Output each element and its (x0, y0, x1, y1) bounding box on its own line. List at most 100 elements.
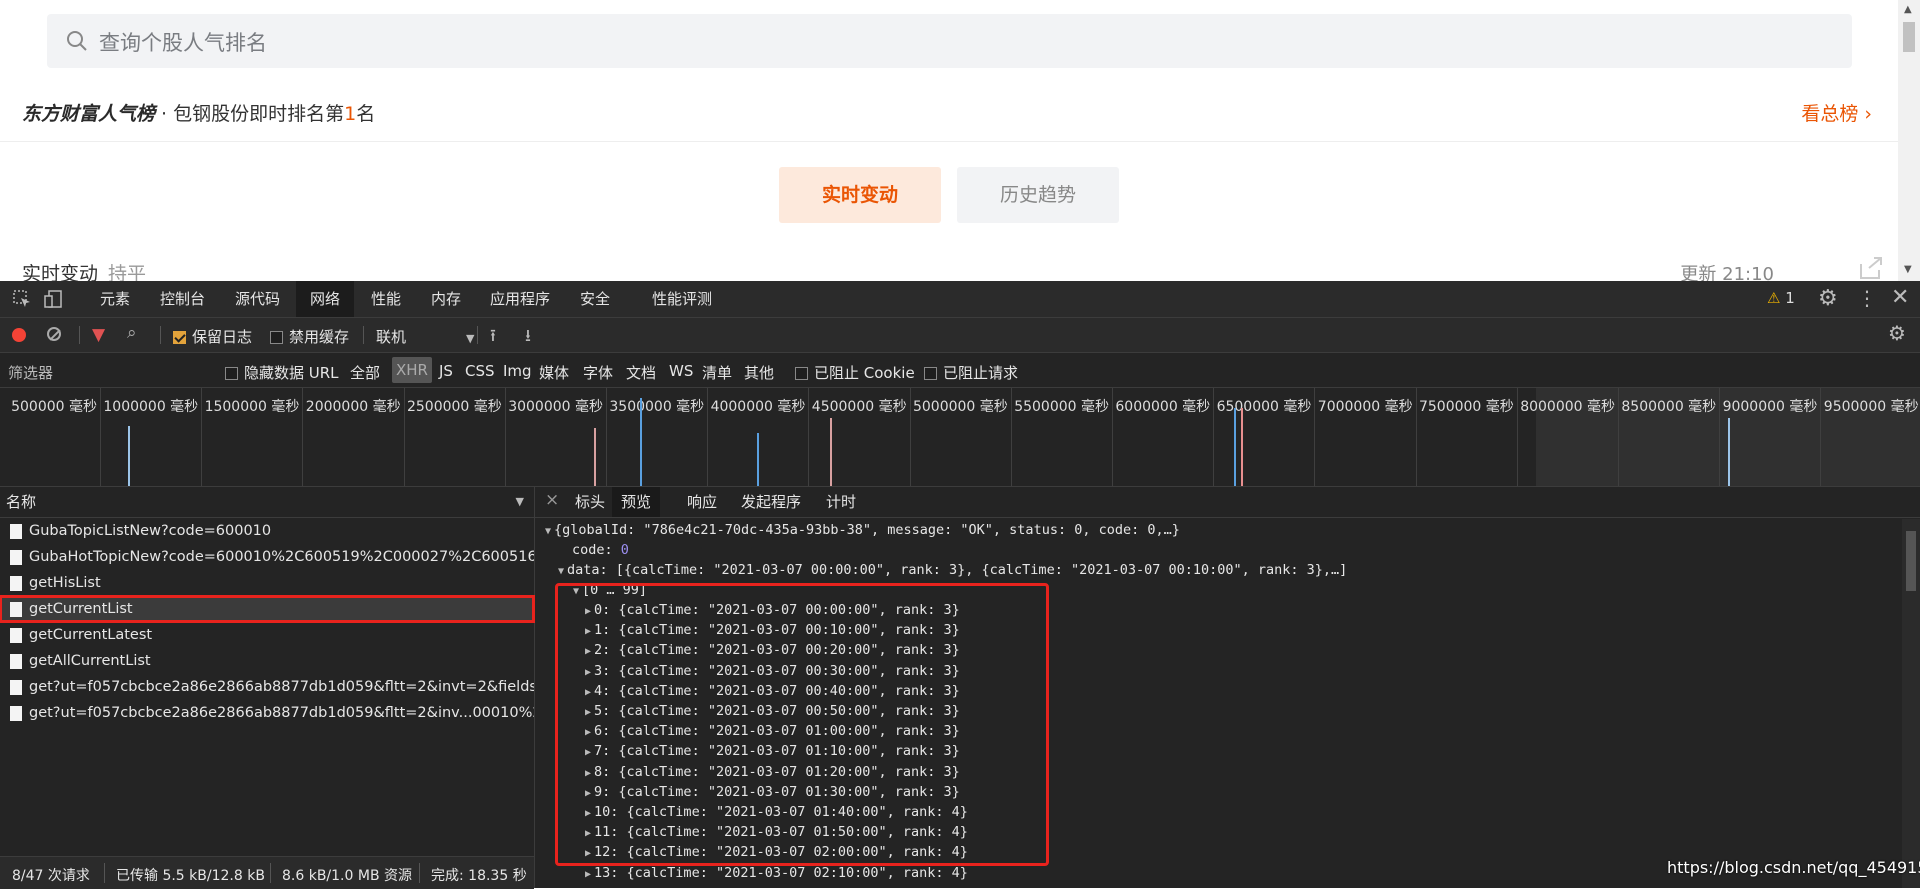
highlight-box (555, 583, 1049, 866)
request-row[interactable]: get?ut=f057cbcbce2a86e2866ab8877db1d059&… (0, 674, 534, 700)
timeline-tick-label: 1000000 毫秒 (103, 399, 199, 415)
request-row[interactable]: getAllCurrentList (0, 648, 534, 674)
type-all[interactable]: 全部 (350, 362, 380, 383)
filter-bar: 筛选器 隐藏数据 URL 全部 XHR JS CSS Img 媒体 字体 文档 … (0, 353, 1920, 388)
checkbox-unchecked[interactable] (924, 367, 937, 380)
tab-network[interactable]: 网络 (296, 281, 355, 317)
tab-security[interactable]: 安全 (566, 281, 624, 317)
type-css[interactable]: CSS (465, 362, 495, 380)
page-scrollbar[interactable]: ▲ ▼ (1898, 0, 1920, 281)
type-js[interactable]: JS (439, 362, 453, 380)
record-icon[interactable] (12, 328, 26, 342)
json-root[interactable]: ▼ {globalId: "786e4c21-70dc-435a-93bb-38"… (545, 520, 1180, 540)
request-row[interactable]: getHisList (0, 570, 534, 596)
preserve-log-checkbox[interactable]: 保留日志 (173, 326, 252, 347)
hide-data-url-checkbox[interactable]: 隐藏数据 URL (225, 362, 339, 383)
checkbox-unchecked[interactable] (270, 331, 283, 344)
finish-time: 完成: 18.35 秒 (431, 868, 527, 884)
sort-down-icon: ▼ (515, 495, 524, 508)
filter-input[interactable]: 筛选器 (8, 362, 53, 383)
import-har-icon[interactable]: ⭱ (490, 323, 496, 352)
scroll-thumb[interactable] (1906, 531, 1916, 591)
settings-gear-icon[interactable]: ⚙ (1818, 286, 1838, 311)
tab-realtime[interactable]: 实时变动 (779, 167, 941, 223)
blocked-cookies-checkbox[interactable]: 已阻止 Cookie (795, 362, 915, 383)
timeline-tick: 5500000 毫秒 (1014, 388, 1113, 486)
triangle-down-icon: ▼ (558, 566, 565, 577)
network-toolbar: ▼ ⌕ 保留日志 禁用缓存 联机 ▼ ⭱ ⭳ ⚙ (0, 318, 1920, 353)
inspect-icon[interactable] (12, 289, 32, 309)
name-column-header[interactable]: 名称 ▼ (0, 487, 534, 518)
separator (419, 863, 420, 883)
scroll-down-icon[interactable]: ▼ (1904, 264, 1912, 275)
device-toggle-icon[interactable] (44, 289, 64, 309)
type-font[interactable]: 字体 (583, 362, 613, 383)
request-row[interactable]: GubaHotTopicNew?code=600010%2C600519%2C0… (0, 544, 534, 570)
watermark: https://blog.csdn.net/qq_45491537 (1667, 858, 1920, 877)
type-other[interactable]: 其他 (744, 362, 774, 383)
tab-lighthouse[interactable]: 性能评测 (638, 281, 726, 317)
stock-search-box[interactable]: 查询个股人气排名 (47, 14, 1852, 68)
tab-headers[interactable]: 标头 (566, 487, 614, 517)
tab-sources[interactable]: 源代码 (221, 281, 294, 317)
type-manifest[interactable]: 清单 (702, 362, 732, 383)
tab-preview[interactable]: 预览 (612, 487, 661, 517)
tab-application[interactable]: 应用程序 (476, 281, 564, 317)
timeline-tick-label: 4500000 毫秒 (811, 399, 907, 415)
timeline-tick: 1500000 毫秒 (205, 388, 304, 486)
timeline-tick: 1000000 毫秒 (103, 388, 203, 486)
timeline-tick-label: 7500000 毫秒 (1418, 399, 1514, 415)
tab-timing[interactable]: 计时 (817, 487, 865, 517)
network-timeline[interactable]: 500000 毫秒 1000000 毫秒 1500000 毫秒 2000000 毫秒 2… (0, 388, 1920, 487)
rank-summary: 东方财富人气榜 · 包钢股份即时排名第1名 (22, 99, 375, 126)
request-row-selected[interactable]: getCurrentList (0, 595, 535, 623)
scroll-up-icon[interactable]: ▲ (1904, 4, 1912, 15)
preserve-log-label: 保留日志 (192, 328, 253, 346)
expand-icon[interactable] (1857, 256, 1883, 280)
filter-icon[interactable]: ▼ (92, 325, 105, 345)
type-xhr[interactable]: XHR (392, 357, 432, 383)
request-row[interactable]: GubaTopicListNew?code=600010 (0, 518, 534, 544)
tab-elements[interactable]: 元素 (86, 281, 144, 317)
view-all-link[interactable]: 看总榜 › (1801, 99, 1872, 126)
timeline-tick: 9000000 毫秒 (1723, 388, 1822, 486)
timeline-tick: 3000000 毫秒 (508, 388, 607, 486)
timeline-tick: 2500000 毫秒 (407, 388, 506, 486)
checkbox-checked[interactable] (173, 331, 186, 344)
close-devtools-icon[interactable]: ✕ (1891, 285, 1909, 310)
request-row[interactable]: getCurrentLatest (0, 622, 534, 648)
timeline-request-bar (830, 418, 832, 486)
clear-icon[interactable] (47, 327, 61, 341)
warning-indicator[interactable]: ⚠ 1 (1767, 289, 1795, 307)
timeline-tick: 2000000 毫秒 (306, 388, 405, 486)
request-row[interactable]: get?ut=f057cbcbce2a86e2866ab8877db1d059&… (0, 700, 534, 726)
tab-console[interactable]: 控制台 (146, 281, 219, 317)
type-img[interactable]: Img (503, 362, 532, 380)
scroll-thumb[interactable] (1903, 22, 1915, 52)
disable-cache-checkbox[interactable]: 禁用缓存 (270, 326, 349, 347)
tab-performance[interactable]: 性能 (357, 281, 415, 317)
timeline-tick-label: 2500000 毫秒 (406, 399, 502, 415)
type-doc[interactable]: 文档 (626, 362, 656, 383)
search-icon[interactable]: ⌕ (127, 323, 137, 343)
type-media[interactable]: 媒体 (539, 362, 569, 383)
tab-initiator[interactable]: 发起程序 (732, 487, 810, 517)
export-har-icon[interactable]: ⭳ (525, 323, 531, 352)
timeline-tick: 4000000 毫秒 (711, 388, 810, 486)
tab-history[interactable]: 历史趋势 (957, 167, 1119, 223)
checkbox-unchecked[interactable] (795, 367, 808, 380)
close-detail-icon[interactable]: × (545, 490, 559, 510)
resource-size: 8.6 kB/1.0 MB 资源 (282, 868, 412, 884)
json-data[interactable]: ▼ data: [{calcTime: "2021-03-07 00:00:00"… (558, 560, 1347, 580)
blocked-requests-checkbox[interactable]: 已阻止请求 (924, 362, 1018, 383)
network-settings-icon[interactable]: ⚙ (1888, 321, 1906, 345)
type-ws[interactable]: WS (669, 362, 693, 380)
throttle-select[interactable]: 联机 ▼ (376, 326, 474, 347)
checkbox-unchecked[interactable] (225, 367, 238, 380)
tab-memory[interactable]: 内存 (417, 281, 475, 317)
timeline-tick: 4500000 毫秒 (812, 388, 911, 486)
tab-response[interactable]: 响应 (678, 487, 726, 517)
more-options-icon[interactable]: ⋮ (1857, 286, 1877, 310)
preview-scrollbar[interactable] (1902, 519, 1920, 888)
timeline-request-bar (1241, 408, 1243, 486)
